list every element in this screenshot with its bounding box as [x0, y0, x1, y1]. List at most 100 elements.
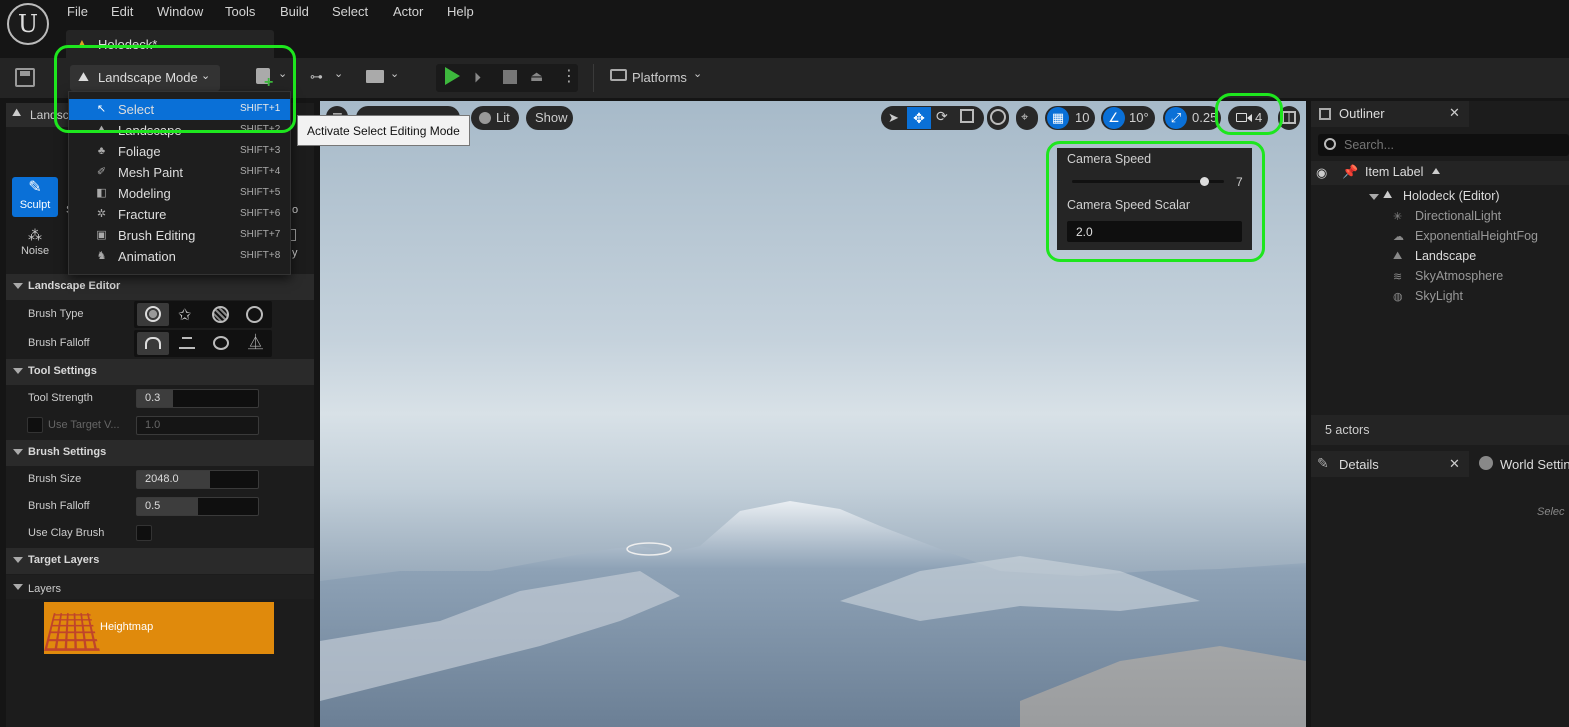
outliner-item[interactable]: SkyLight — [1415, 289, 1463, 303]
menu-window[interactable]: Window — [157, 4, 203, 19]
play-icon[interactable] — [445, 67, 460, 85]
expand-icon[interactable] — [1369, 194, 1379, 200]
target-layers-header[interactable]: Target Layers — [6, 548, 314, 574]
pencil-icon: ✎ — [1317, 455, 1329, 471]
use-target-checkbox[interactable] — [27, 417, 43, 433]
brush-falloff-input[interactable]: 0.5 — [136, 497, 259, 516]
pattern-brush-icon[interactable] — [212, 306, 229, 323]
landscape-editor-header[interactable]: Landscape Editor — [6, 274, 314, 300]
fog-icon: ☁ — [1393, 231, 1404, 243]
fracture-icon: ✲ — [96, 208, 107, 220]
menu-actor[interactable]: Actor — [393, 4, 423, 19]
brush-type-circle[interactable] — [137, 303, 169, 326]
mode-item-label: Modeling — [118, 186, 171, 201]
linear-falloff-icon[interactable] — [179, 337, 195, 349]
tool-strength-label: Tool Strength — [28, 392, 93, 404]
mode-item-fracture[interactable]: ✲ Fracture SHIFT+6 — [69, 204, 290, 225]
mode-item-shortcut: SHIFT+6 — [240, 208, 281, 219]
menu-file[interactable]: File — [67, 4, 88, 19]
menu-tools[interactable]: Tools — [225, 4, 255, 19]
noise-icon: ⁂ — [28, 227, 42, 243]
spherical-falloff-icon[interactable] — [213, 336, 229, 350]
heightmap-label: Heightmap — [100, 621, 154, 633]
visibility-icon[interactable]: ◉ — [1316, 165, 1327, 181]
step-icon[interactable]: ⏵ — [474, 69, 490, 85]
tool-fragment: o — [292, 204, 299, 216]
rotation-snap-button[interactable]: ∠ 10° — [1101, 106, 1155, 130]
lit-icon — [479, 112, 491, 124]
translate-icon[interactable]: ✥ — [907, 107, 931, 129]
stop-icon[interactable] — [503, 70, 517, 84]
tip-falloff-icon[interactable]: ⏅ — [248, 335, 263, 351]
eject-icon[interactable]: ⏏ — [530, 68, 546, 84]
actor-count: 5 actors — [1325, 423, 1370, 437]
surface-snap-button[interactable]: ⌖ — [1016, 106, 1038, 130]
lit-label: Lit — [496, 110, 510, 125]
tool-strength-input[interactable]: 0.3 — [136, 389, 259, 408]
unreal-logo[interactable]: U — [7, 3, 49, 45]
tool-sculpt[interactable]: ✎ Sculpt — [12, 177, 58, 217]
heightmap-layer[interactable]: Heightmap — [44, 602, 274, 654]
mode-item-animation[interactable]: ♞ Animation SHIFT+8 — [69, 246, 290, 267]
select-mode-icon[interactable]: ➤ — [888, 110, 899, 126]
grid-icon: ▦ — [1047, 107, 1069, 129]
brush-settings-header[interactable]: Brush Settings — [6, 440, 314, 466]
sculpt-label: Sculpt — [19, 199, 51, 211]
scale-snap-button[interactable]: ⤢ 0.25 — [1163, 106, 1221, 130]
details-tab[interactable]: ✎ Details ✕ — [1311, 451, 1469, 477]
outliner-item[interactable]: SkyAtmosphere — [1415, 269, 1503, 283]
mode-item-foliage[interactable]: ♣ Foliage SHIFT+3 — [69, 141, 290, 162]
blueprint-icon: ⊶ — [310, 69, 323, 84]
save-icon[interactable] — [15, 68, 35, 87]
layers-label: Layers — [28, 583, 62, 595]
mode-item-modeling[interactable]: ◧ Modeling SHIFT+5 — [69, 183, 290, 204]
rotate-icon[interactable]: ⟳ — [936, 108, 948, 125]
world-local-button[interactable] — [987, 106, 1009, 130]
blueprints-button[interactable]: ⊶ ⌄ — [307, 65, 347, 91]
brush-size-input[interactable]: 2048.0 — [136, 470, 259, 489]
item-label-column[interactable]: Item Label — [1365, 165, 1423, 179]
brush-editing-icon: ▣ — [96, 229, 107, 241]
menu-edit[interactable]: Edit — [111, 4, 133, 19]
cinematics-button[interactable]: ⌄ — [363, 65, 403, 91]
mode-item-label: Fracture — [118, 207, 167, 222]
search-input[interactable] — [1344, 136, 1564, 154]
outliner-item[interactable]: ExponentialHeightFog — [1415, 229, 1538, 243]
outliner-tab[interactable]: Outliner ✕ — [1311, 101, 1469, 127]
outliner-root-item[interactable]: Holodeck (Editor) — [1403, 189, 1500, 203]
world-settings-title: World Settin — [1500, 457, 1569, 472]
outliner-item[interactable]: DirectionalLight — [1415, 209, 1501, 223]
world-settings-tab[interactable]: World Settin — [1472, 451, 1569, 477]
scale-icon[interactable] — [960, 109, 974, 123]
falloff-smooth[interactable] — [137, 332, 169, 355]
more-options-icon[interactable]: ⋮ — [561, 67, 577, 87]
menu-select[interactable]: Select — [332, 4, 368, 19]
details-title: Details — [1339, 457, 1379, 472]
mode-item-label: Brush Editing — [118, 228, 196, 243]
menu-help[interactable]: Help — [447, 4, 474, 19]
mode-item-mesh-paint[interactable]: ✐ Mesh Paint SHIFT+4 — [69, 162, 290, 183]
close-icon[interactable]: ✕ — [1449, 456, 1460, 472]
platforms-button[interactable]: Platforms ⌄ — [608, 65, 708, 91]
smooth-falloff-icon — [145, 337, 161, 349]
surface-snap-icon: ⌖ — [1021, 109, 1029, 124]
alpha-brush-icon[interactable]: ✩ — [178, 305, 191, 325]
section-title: Brush Settings — [28, 446, 107, 458]
outliner-search[interactable] — [1318, 134, 1569, 156]
component-brush-icon[interactable] — [246, 306, 263, 323]
tool-noise[interactable]: ⁂ Noise — [12, 225, 58, 261]
clay-brush-checkbox[interactable] — [136, 525, 152, 541]
pin-icon[interactable]: 📌 — [1342, 164, 1358, 180]
mode-item-brush-editing[interactable]: ▣ Brush Editing SHIFT+7 — [69, 225, 290, 246]
grid-snap-button[interactable]: ▦ 10 — [1045, 106, 1095, 130]
outliner-item[interactable]: Landscape — [1415, 249, 1476, 263]
tool-settings-header[interactable]: Tool Settings — [6, 359, 314, 385]
lit-button[interactable]: Lit — [471, 106, 519, 130]
highlight-camera-speed-button — [1215, 93, 1283, 135]
layers-header[interactable]: Layers — [6, 575, 314, 599]
close-icon[interactable]: ✕ — [1449, 105, 1460, 121]
chevron-down-icon: ⌄ — [693, 68, 703, 80]
brush-size-value: 2048.0 — [145, 473, 179, 485]
show-button[interactable]: Show — [526, 106, 573, 130]
menu-build[interactable]: Build — [280, 4, 309, 19]
